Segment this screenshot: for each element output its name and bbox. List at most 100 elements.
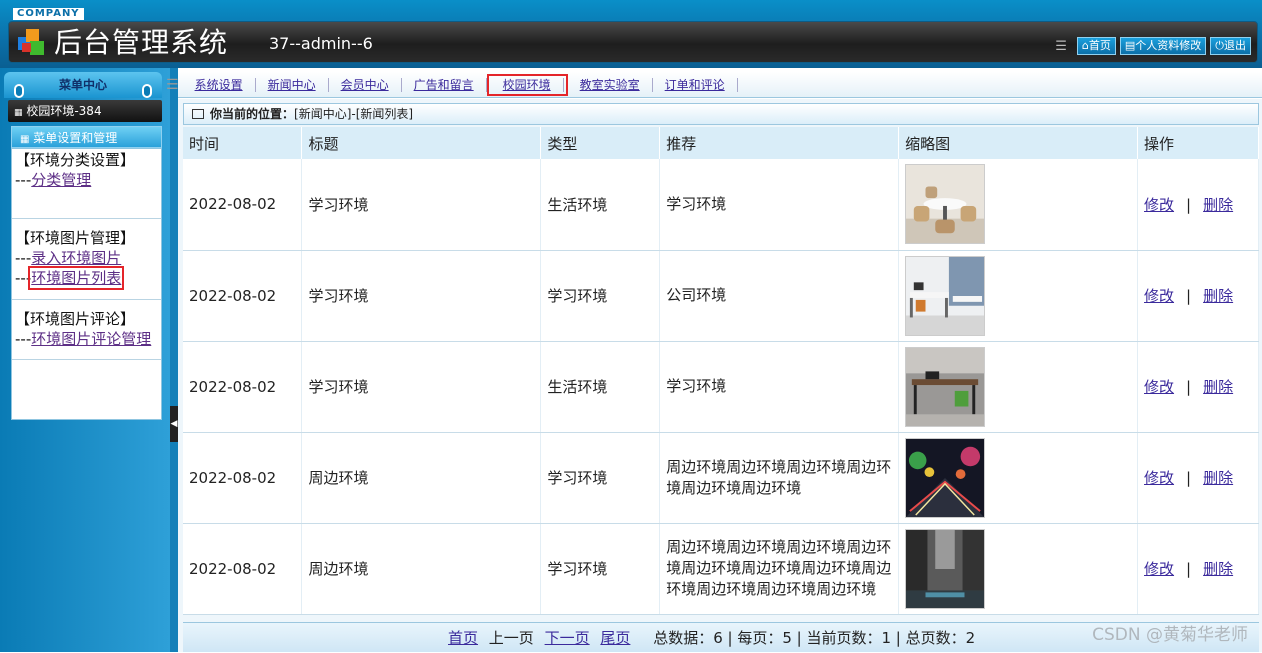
delete-link[interactable]: 删除 bbox=[1203, 469, 1233, 487]
nav-labs[interactable]: 教室实验室 bbox=[568, 77, 653, 92]
collapse-toggle[interactable]: ◀ bbox=[170, 406, 178, 442]
cell-type: 学习环境 bbox=[540, 523, 661, 615]
image-list-link[interactable]: 环境图片列表 bbox=[28, 266, 125, 290]
pin-icon bbox=[142, 84, 152, 98]
col-recommend: 推荐 bbox=[659, 127, 900, 159]
menu-item-category-manage: ---分类管理 bbox=[15, 171, 92, 189]
cell-recommend: 周边环境周边环境周边环境周边环境周边环境周边环境周边环境周边环境周边环境周边环境… bbox=[659, 523, 900, 615]
edit-link[interactable]: 修改 bbox=[1144, 560, 1174, 578]
add-image-link[interactable]: 录入环境图片 bbox=[31, 249, 121, 267]
table-row: 2022-08-02 学习环境 生活环境 学习环境 修改 | 删除 bbox=[183, 159, 1259, 251]
first-page-link[interactable]: 首页 bbox=[448, 629, 478, 647]
user-subtitle: 37--admin--6 bbox=[269, 34, 373, 53]
top-links: ☰ ⌂首页 ▤个人资料修改 ⏻退出 bbox=[1055, 37, 1251, 55]
app-header: COMPANY 后台管理系统 37--admin--6 ☰ ⌂首页 ▤个人资料修… bbox=[0, 0, 1262, 68]
cube-logo-icon bbox=[18, 29, 44, 55]
title-bar: 后台管理系统 37--admin--6 ☰ ⌂首页 ▤个人资料修改 ⏻退出 bbox=[8, 21, 1258, 63]
sidebar: 菜单中心 ▦ 校园环境-384 ▦ 菜单设置和管理 【环境分类设置】 ---分类… bbox=[0, 68, 170, 652]
menu-item-comment-manage: ---环境图片评论管理 bbox=[15, 330, 152, 348]
cell-type: 生活环境 bbox=[540, 341, 661, 433]
watermark: CSDN @黄菊华老师 bbox=[1092, 625, 1248, 645]
col-type: 类型 bbox=[540, 127, 661, 159]
home-button[interactable]: ⌂首页 bbox=[1076, 37, 1116, 55]
pager-summary: 总数据：6 | 每页：5 | 当前页数：1 | 总页数：2 bbox=[653, 629, 976, 647]
delete-link[interactable]: 删除 bbox=[1203, 378, 1233, 396]
pin-icon bbox=[14, 84, 24, 98]
menu-item-add-image: ---录入环境图片 bbox=[15, 249, 122, 267]
cell-time: 2022-08-02 bbox=[183, 523, 303, 615]
panel-icon: ▦ bbox=[20, 134, 30, 145]
menu-center-header: 菜单中心 bbox=[4, 72, 162, 98]
nav-news[interactable]: 新闻中心 bbox=[256, 77, 329, 92]
next-page-link[interactable]: 下一页 bbox=[545, 629, 590, 647]
cell-time: 2022-08-02 bbox=[183, 432, 303, 524]
submenu-header: ▦ 菜单设置和管理 bbox=[11, 126, 162, 148]
profile-button[interactable]: ▤个人资料修改 bbox=[1119, 37, 1207, 55]
table-row: 2022-08-02 学习环境 学习环境 公司环境 修改 | 删除 bbox=[183, 250, 1259, 342]
col-title: 标题 bbox=[301, 127, 542, 159]
table-header: 时间 标题 类型 推荐 缩略图 操作 bbox=[183, 127, 1259, 159]
edit-link[interactable]: 修改 bbox=[1144, 378, 1174, 396]
menu-body: 【环境分类设置】 ---分类管理 【环境图片管理】 ---录入环境图片 ---环… bbox=[11, 148, 162, 420]
edit-link[interactable]: 修改 bbox=[1144, 287, 1174, 305]
cell-actions: 修改 | 删除 bbox=[1137, 250, 1259, 342]
system-title: 后台管理系统 bbox=[54, 26, 229, 59]
data-table: 时间 标题 类型 推荐 缩略图 操作 2022-08-02 学习环境 生活环境 … bbox=[183, 127, 1259, 615]
grid-dots-icon: ▦ bbox=[14, 108, 23, 118]
comment-manage-link[interactable]: 环境图片评论管理 bbox=[31, 330, 151, 348]
menu-group-category: 【环境分类设置】 ---分类管理 bbox=[12, 149, 161, 219]
company-label: COMPANY bbox=[13, 8, 84, 20]
nav-orders[interactable]: 订单和评论 bbox=[653, 77, 738, 92]
delete-link[interactable]: 删除 bbox=[1203, 560, 1233, 578]
meeting-room-thumbnail[interactable] bbox=[905, 164, 986, 245]
nav-campus-env[interactable]: 校园环境 bbox=[486, 73, 568, 96]
cell-thumbnail bbox=[898, 159, 1139, 251]
top-nav: ☰ 系统设置 新闻中心 会员中心 广告和留言 校园环境 教室实验室 订单和评论 bbox=[166, 72, 1262, 98]
cell-thumbnail bbox=[898, 523, 1139, 615]
office-desks-thumbnail[interactable] bbox=[905, 255, 986, 336]
edit-link[interactable]: 修改 bbox=[1144, 196, 1174, 214]
col-actions: 操作 bbox=[1137, 127, 1259, 159]
menu-center-label: 菜单中心 bbox=[58, 78, 107, 92]
cell-time: 2022-08-02 bbox=[183, 159, 303, 251]
nav-system-settings[interactable]: 系统设置 bbox=[183, 77, 256, 92]
delete-link[interactable]: 删除 bbox=[1203, 196, 1233, 214]
last-page-link[interactable]: 尾页 bbox=[600, 629, 630, 647]
cell-actions: 修改 | 删除 bbox=[1137, 432, 1259, 524]
cell-recommend: 公司环境 bbox=[659, 250, 900, 342]
edit-link[interactable]: 修改 bbox=[1144, 469, 1174, 487]
cell-recommend: 周边环境周边环境周边环境周边环境周边环境周边环境 bbox=[659, 432, 900, 524]
old-street-thumbnail[interactable] bbox=[905, 528, 986, 609]
prev-page-label: 上一页 bbox=[488, 629, 534, 647]
cell-recommend: 学习环境 bbox=[659, 159, 900, 251]
col-thumbnail: 缩略图 bbox=[898, 127, 1139, 159]
office-workspace-thumbnail[interactable] bbox=[905, 346, 986, 427]
group-title: 【环境图片评论】 bbox=[15, 310, 136, 328]
grid-icon: ☰ bbox=[1055, 38, 1067, 54]
cell-title: 周边环境 bbox=[301, 523, 542, 615]
night-street-thumbnail[interactable] bbox=[905, 437, 986, 518]
menu-group-comments: 【环境图片评论】 ---环境图片评论管理 bbox=[12, 300, 161, 360]
cell-type: 学习环境 bbox=[540, 432, 661, 524]
delete-link[interactable]: 删除 bbox=[1203, 287, 1233, 305]
sidebar-splitter: ◀ bbox=[170, 68, 178, 652]
location-icon bbox=[192, 109, 204, 119]
logout-button[interactable]: ⏻退出 bbox=[1210, 37, 1251, 55]
main-content: 你当前的位置：[新闻中心]-[新闻列表] 时间 标题 类型 推荐 缩略图 操作 … bbox=[178, 99, 1262, 652]
table-row: 2022-08-02 学习环境 生活环境 学习环境 修改 | 删除 bbox=[183, 341, 1259, 433]
nav-members[interactable]: 会员中心 bbox=[329, 77, 402, 92]
breadcrumb-label: 你当前的位置： bbox=[210, 107, 295, 121]
cell-title: 周边环境 bbox=[301, 432, 542, 524]
category-manage-link[interactable]: 分类管理 bbox=[31, 171, 91, 189]
site-selector[interactable]: ▦ 校园环境-384 bbox=[8, 100, 162, 122]
table-row: 2022-08-02 周边环境 学习环境 周边环境周边环境周边环境周边环境周边环… bbox=[183, 432, 1259, 524]
cell-type: 学习环境 bbox=[540, 250, 661, 342]
submenu-title: 菜单设置和管理 bbox=[33, 131, 118, 145]
cell-type: 生活环境 bbox=[540, 159, 661, 251]
cell-time: 2022-08-02 bbox=[183, 341, 303, 433]
nav-ads[interactable]: 广告和留言 bbox=[402, 77, 487, 92]
cell-recommend: 学习环境 bbox=[659, 341, 900, 433]
cell-actions: 修改 | 删除 bbox=[1137, 159, 1259, 251]
nav-grip-icon: ☰ bbox=[166, 76, 179, 93]
group-title: 【环境分类设置】 bbox=[15, 151, 136, 169]
